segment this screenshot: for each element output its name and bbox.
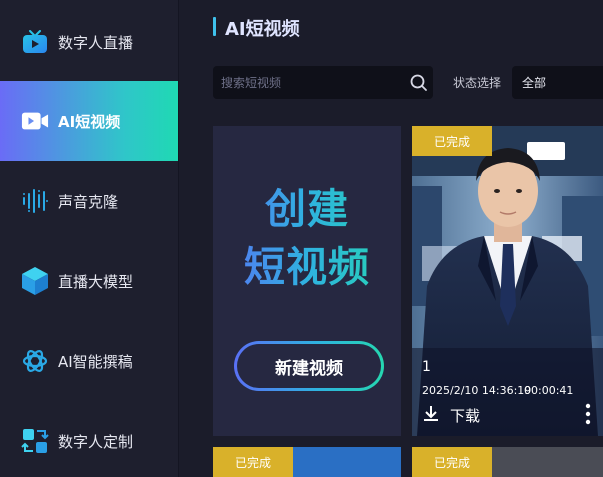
download-label: 下载 xyxy=(450,406,481,425)
download-button[interactable]: 下载 xyxy=(422,405,480,425)
search-input[interactable]: 搜索短视频 xyxy=(213,66,433,99)
sidebar-item-label: 直播大模型 xyxy=(58,272,134,291)
sound-wave-icon xyxy=(21,187,49,215)
sidebar-item-voice-clone[interactable]: 声音克隆 xyxy=(0,161,178,241)
video-card[interactable]: 已完成 xyxy=(412,447,603,477)
sidebar-item-digital-human-live[interactable]: 数字人直播 xyxy=(0,2,178,82)
video-card[interactable]: 已完成 xyxy=(213,447,401,477)
sidebar: 数字人直播 AI短视频 声音克隆 直播大模型 AI智能撰稿 数字人定制 xyxy=(0,0,178,477)
puzzle-custom-icon xyxy=(21,427,49,455)
download-icon xyxy=(422,404,440,426)
sidebar-item-ai-short-video[interactable]: AI短视频 xyxy=(0,81,178,161)
sidebar-item-label: 数字人直播 xyxy=(58,33,134,52)
status-badge: 已完成 xyxy=(412,447,492,477)
video-card[interactable]: 已完成 1 2025/2/10 14:36:19 00:00:41 下载 xyxy=(412,126,603,436)
openai-knot-icon xyxy=(21,347,49,375)
page-title: AI短视频 xyxy=(225,19,300,40)
create-heading-line2: 短视频 xyxy=(213,244,401,291)
sidebar-item-live-large-model[interactable]: 直播大模型 xyxy=(0,241,178,321)
status-filter-value: 全部 xyxy=(522,76,547,90)
main-content: AI短视频 搜索短视频 状态选择 全部 创建 短视频 新建视频 已完成 1 20… xyxy=(179,0,603,477)
sidebar-item-ai-writing[interactable]: AI智能撰稿 xyxy=(0,321,178,401)
video-duration: 00:00:41 xyxy=(524,384,574,397)
status-badge: 已完成 xyxy=(412,126,492,156)
status-filter-select[interactable]: 全部 xyxy=(512,66,603,99)
video-camera-icon xyxy=(21,107,49,135)
new-video-button-label: 新建视频 xyxy=(237,344,381,388)
more-options-icon[interactable] xyxy=(585,403,591,425)
video-date: 2025/2/10 14:36:19 xyxy=(422,384,532,397)
search-icon[interactable] xyxy=(409,73,429,93)
title-accent-bar xyxy=(213,17,216,36)
tv-icon xyxy=(21,28,49,56)
search-placeholder: 搜索短视频 xyxy=(221,76,282,90)
sidebar-item-digital-human-custom[interactable]: 数字人定制 xyxy=(0,401,178,477)
create-video-card: 创建 短视频 新建视频 xyxy=(213,126,401,436)
sidebar-item-label: AI智能撰稿 xyxy=(58,352,133,371)
sidebar-item-label: 数字人定制 xyxy=(58,432,134,451)
app-window: 数字人直播 AI短视频 声音克隆 直播大模型 AI智能撰稿 数字人定制 AI短视… xyxy=(0,0,603,477)
create-heading-line1: 创建 xyxy=(213,186,401,233)
status-filter-label: 状态选择 xyxy=(453,76,502,90)
status-badge: 已完成 xyxy=(213,447,293,477)
video-name: 1 xyxy=(422,359,431,375)
sidebar-item-label: AI短视频 xyxy=(58,112,121,131)
cube-icon xyxy=(21,267,49,295)
sidebar-item-label: 声音克隆 xyxy=(58,192,119,211)
new-video-button[interactable]: 新建视频 xyxy=(234,341,384,391)
